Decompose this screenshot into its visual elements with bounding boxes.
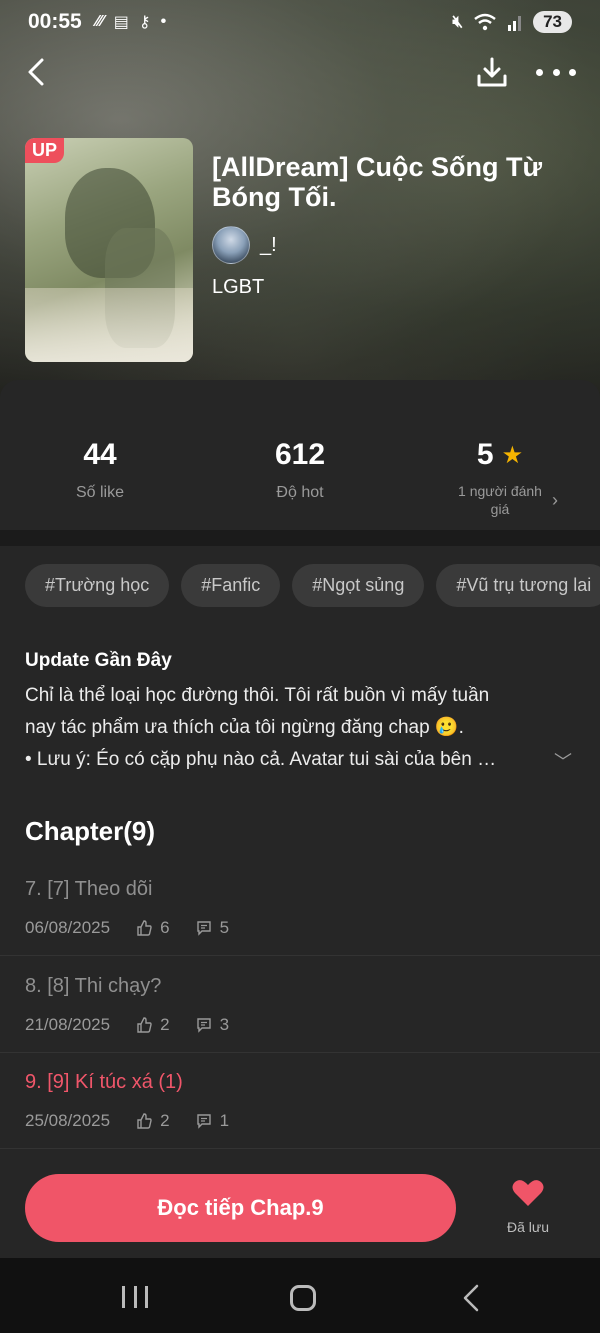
tag-list: #Trường học #Fanfic #Ngọt sủng #Vũ trụ t… (25, 564, 600, 607)
mute-icon: 🔇︎ (452, 12, 464, 31)
stat-rating[interactable]: 5 ★ 1 người đánh giá (400, 420, 600, 530)
likes-count: 44 (83, 438, 117, 471)
calendar-icon: ▤ (113, 14, 129, 31)
signal-icon (508, 16, 522, 31)
status-bar: 00:55 ⁄⁄⁄ ▤ ⚷ • 🔇︎ 73 (0, 0, 600, 44)
key-icon: ⚷ (138, 14, 151, 31)
chapter-comments: 1 (219, 1111, 230, 1130)
recent-apps-icon[interactable] (122, 1286, 148, 1308)
status-time: 00:55 (28, 10, 82, 33)
chapter-comments: 5 (219, 918, 230, 937)
wifi-icon (474, 13, 496, 31)
story-cover-image[interactable] (25, 138, 193, 362)
author-name[interactable]: _! (260, 234, 277, 257)
back-icon[interactable] (22, 54, 52, 90)
chapter-likes: 6 (160, 918, 170, 937)
thumbs-up-icon (137, 1113, 152, 1129)
stats-row: 44 Số like 612 Độ hot 5 ★ 1 người đánh g… (0, 420, 600, 530)
system-back-icon[interactable] (460, 1284, 482, 1312)
chapter-likes: 2 (160, 1111, 170, 1130)
author-avatar[interactable] (212, 226, 250, 264)
chapter-comments: 3 (219, 1015, 230, 1034)
chapter-row[interactable]: 7. [7] Theo dõi 06/08/2025 6 5 (0, 860, 600, 956)
update-title: Update Gần Đây (25, 650, 172, 671)
update-description[interactable]: Chỉ là thể loại học đường thôi. Tôi rất … (25, 680, 575, 776)
top-nav (0, 50, 600, 94)
more-options-icon[interactable] (536, 58, 576, 86)
thumbs-up-icon (137, 920, 152, 936)
chevron-right-icon[interactable]: › (552, 490, 558, 511)
chapter-list-heading: Chapter(9) (25, 816, 156, 846)
chapter-likes: 2 (160, 1015, 170, 1034)
comment-icon (196, 921, 211, 936)
chapter-title[interactable]: 7. [7] Theo dõi (25, 878, 153, 901)
tag-chip[interactable]: #Vũ trụ tương lai (436, 564, 600, 607)
chapter-date: 06/08/2025 (25, 918, 111, 937)
story-title: [AllDream] Cuộc Sống Từ Bóng Tối. (212, 152, 543, 212)
download-icon[interactable] (474, 54, 510, 90)
chevron-down-icon[interactable]: ﹀ (554, 748, 572, 774)
tag-chip[interactable]: #Trường học (25, 564, 170, 607)
battery-indicator: 73 (533, 11, 572, 33)
star-icon: ★ (501, 441, 524, 469)
missed-call-icon: ⁄⁄⁄ (95, 13, 104, 30)
continue-reading-button[interactable]: Đọc tiếp Chap.9 (25, 1174, 456, 1242)
chapter-date: 21/08/2025 (25, 1015, 111, 1034)
update-badge: UP (25, 138, 65, 163)
stat-hot: 612 Độ hot (200, 420, 400, 530)
hot-label: Độ hot (276, 484, 324, 501)
chapter-date: 25/08/2025 (25, 1111, 111, 1130)
tag-chip[interactable]: #Fanfic (181, 564, 281, 607)
rating-value: 5 (476, 438, 494, 471)
home-icon[interactable] (290, 1285, 316, 1311)
stat-likes: 44 Số like (0, 420, 200, 530)
likes-label: Số like (75, 484, 125, 501)
tag-chip[interactable]: #Ngọt sủng (292, 564, 425, 607)
heart-icon[interactable] (511, 1178, 545, 1208)
section-divider (0, 530, 600, 546)
comment-icon (196, 1018, 211, 1033)
chapter-row[interactable]: 8. [8] Thi chạy? 21/08/2025 2 3 (0, 957, 600, 1053)
rating-label: 1 người đánh giá (458, 483, 542, 517)
hot-count: 612 (274, 438, 326, 471)
saved-label: Đã lưu (506, 1219, 550, 1235)
thumbs-up-icon (137, 1017, 152, 1033)
dot-icon: • (160, 13, 167, 30)
author-row[interactable]: _! (212, 226, 277, 264)
genre-label[interactable]: LGBT (212, 276, 264, 299)
chapter-title[interactable]: 8. [8] Thi chạy? (25, 975, 161, 998)
save-button[interactable]: Đã lưu (500, 1178, 556, 1235)
comment-icon (196, 1114, 211, 1129)
chapter-title[interactable]: 9. [9] Kí túc xá (1) (25, 1071, 183, 1094)
chapter-row-current[interactable]: 9. [9] Kí túc xá (1) 25/08/2025 2 1 (0, 1053, 600, 1149)
